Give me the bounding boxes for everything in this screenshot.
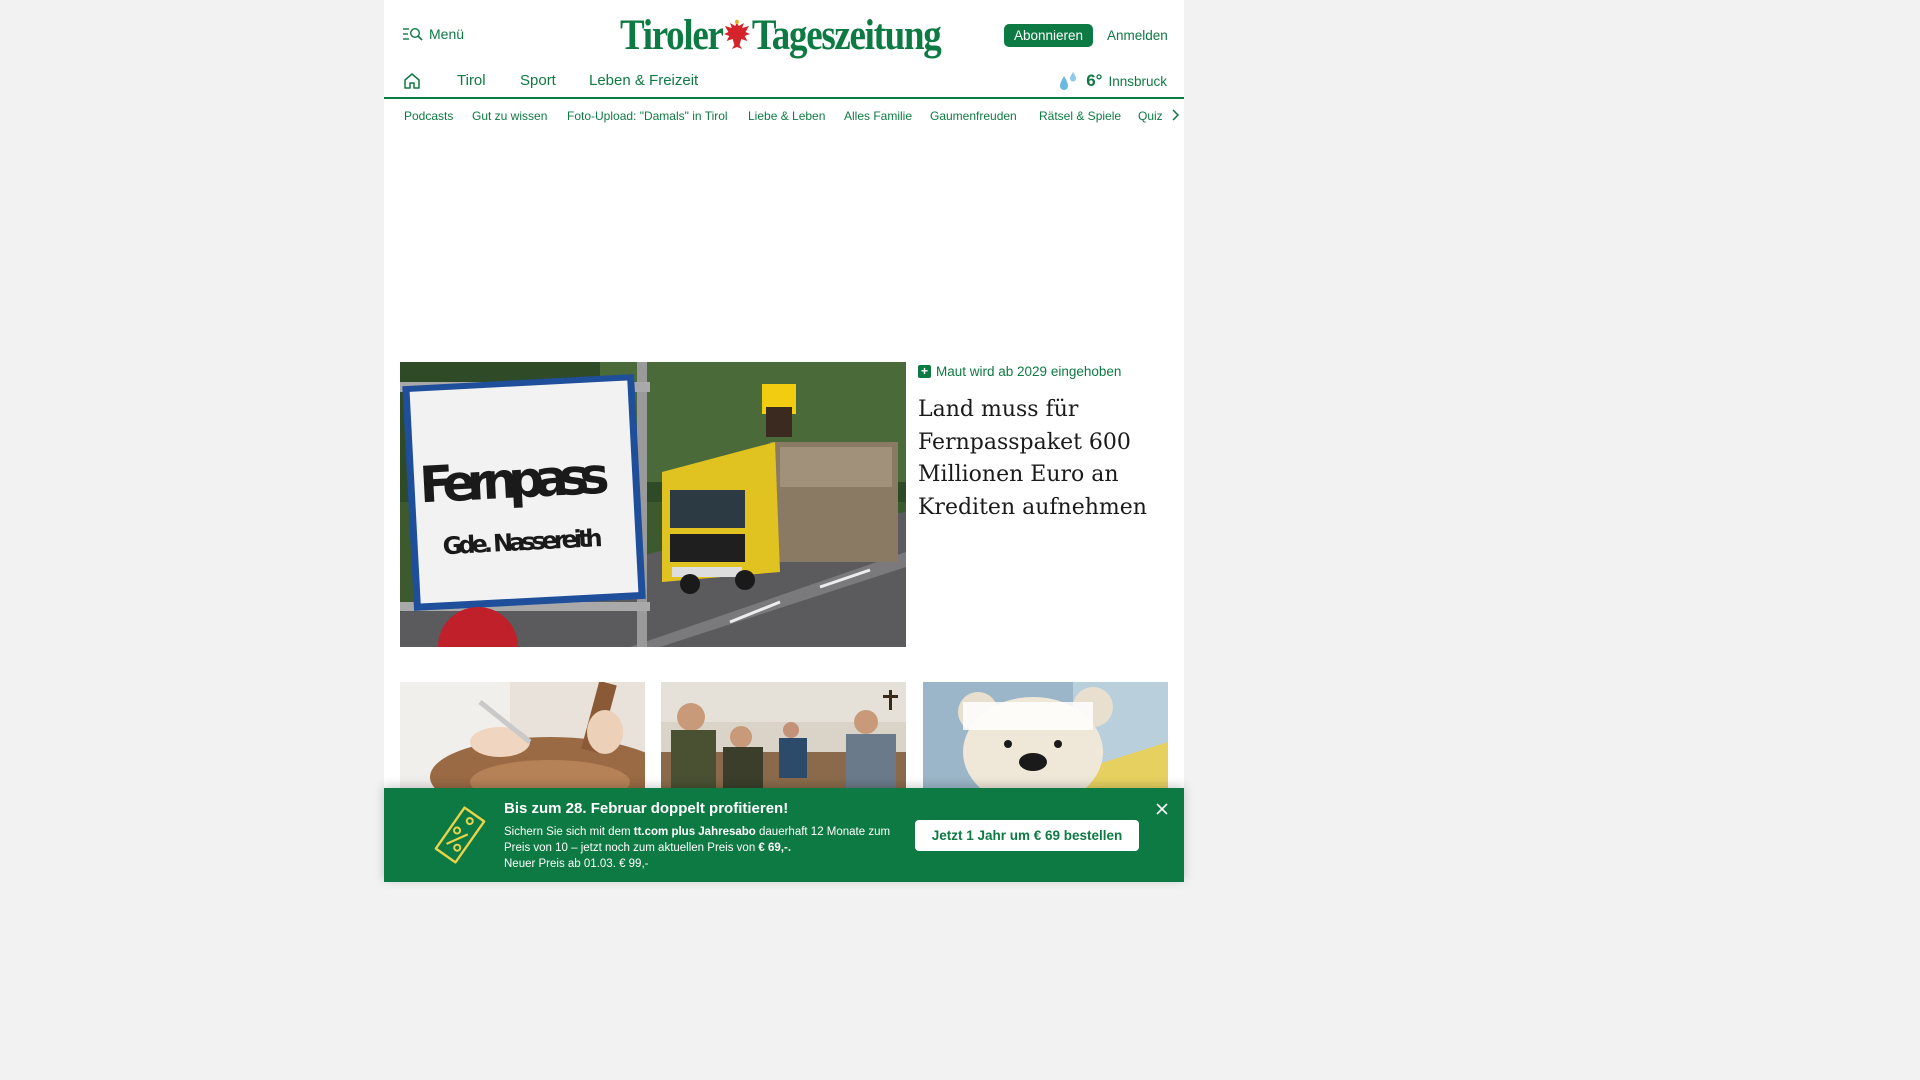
close-icon[interactable]: [1155, 802, 1169, 816]
login-link[interactable]: Anmelden: [1107, 28, 1168, 43]
promo-title: Bis zum 28. Februar doppelt profitieren!: [504, 800, 789, 817]
teddy-bear-photo: [923, 682, 1168, 788]
subnav-item-alles-familie[interactable]: Alles Familie: [844, 109, 912, 123]
subnav-item-gut-zu-wissen[interactable]: Gut zu wissen: [472, 109, 547, 123]
menu-label: Menü: [429, 26, 465, 42]
lead-headline[interactable]: Land muss für Fernpasspaket 600 Millione…: [918, 394, 1168, 524]
weather-temperature: 6°: [1086, 71, 1103, 90]
subnav-item-foto-upload[interactable]: Foto-Upload: "Damals" in Tirol: [567, 109, 728, 123]
plus-icon: +: [918, 365, 931, 378]
writing-photo: [400, 682, 645, 788]
weather-widget[interactable]: 6° Innsbruck: [1058, 70, 1167, 92]
fernpass-photo: Fernpass Gde. Nassereith: [400, 362, 906, 647]
menu-search-icon: [403, 27, 423, 41]
meeting-photo: [661, 682, 906, 788]
subnav-item-quiz[interactable]: Quiz: [1138, 109, 1163, 123]
teaser-image-writing[interactable]: [400, 682, 645, 788]
subnav-item-gaumenfreuden[interactable]: Gaumenfreuden: [930, 109, 1017, 123]
subnav-item-podcasts[interactable]: Podcasts: [404, 109, 453, 123]
tyrolean-eagle-icon: [724, 19, 751, 49]
home-icon[interactable]: [403, 72, 421, 90]
nav-item-sport[interactable]: Sport: [520, 72, 556, 89]
promo-text-bold-1: tt.com plus Jahresabo: [633, 826, 756, 838]
teaser-image-teddy[interactable]: [923, 682, 1168, 788]
promo-banner: Bis zum 28. Februar doppelt profitieren!…: [384, 788, 1184, 882]
lead-story-image[interactable]: Fernpass Gde. Nassereith: [400, 362, 906, 647]
logo-text-right: Tageszeitung: [751, 11, 942, 59]
main-navigation: Tirol Sport Leben & Freizeit 6° Innsbruc…: [384, 62, 1184, 99]
sign-text-fernpass: Fernpass: [418, 447, 611, 515]
subnav-item-liebe-leben[interactable]: Liebe & Leben: [748, 109, 825, 123]
promo-text-part-1: Sichern Sie sich mit dem: [504, 826, 634, 838]
nav-item-tirol[interactable]: Tirol: [457, 72, 486, 89]
lead-kicker-text: Maut wird ab 2029 eingehoben: [936, 364, 1122, 379]
sub-navigation: Podcasts Gut zu wissen Foto-Upload: "Dam…: [384, 106, 1184, 126]
teaser-image-meeting[interactable]: [661, 682, 906, 788]
page-container: Menü Tiroler Tageszeitung Abonnieren Anm…: [384, 0, 1184, 882]
rain-drops-icon: [1060, 72, 1077, 90]
menu-button[interactable]: Menü: [403, 26, 464, 42]
logo-text-left: Tiroler: [620, 11, 724, 59]
promo-text-part-3: Neuer Preis ab 01.03. € 99,-: [504, 858, 649, 870]
promo-text: Sichern Sie sich mit dem tt.com plus Jah…: [504, 824, 904, 872]
nav-item-leben-freizeit[interactable]: Leben & Freizeit: [589, 72, 698, 89]
subscribe-button[interactable]: Abonnieren: [1004, 24, 1094, 47]
weather-city: Innsbruck: [1108, 73, 1167, 89]
order-subscription-button[interactable]: Jetzt 1 Jahr um € 69 bestellen: [915, 820, 1139, 851]
lead-kicker: + Maut wird ab 2029 eingehoben: [918, 364, 1121, 379]
ad-placeholder: [384, 136, 1184, 346]
subnav-item-raetsel-spiele[interactable]: Rätsel & Spiele: [1039, 109, 1121, 123]
site-logo[interactable]: Tiroler Tageszeitung: [620, 10, 942, 60]
discount-tag-icon: [434, 806, 486, 864]
chevron-right-icon[interactable]: [1170, 108, 1180, 122]
promo-text-bold-2: € 69,-.: [758, 842, 792, 854]
